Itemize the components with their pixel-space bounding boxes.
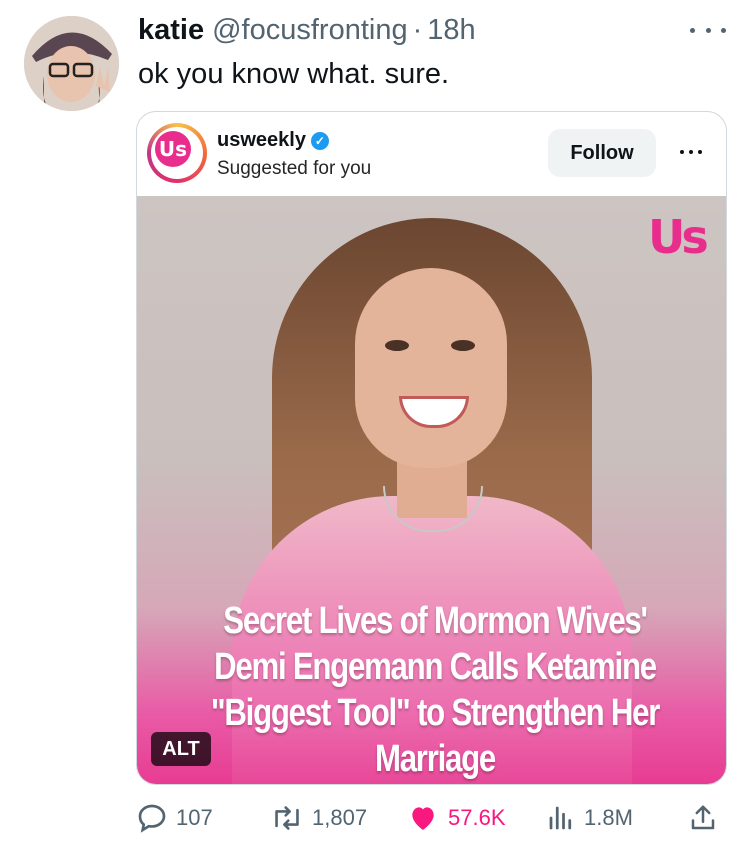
tweet-time[interactable]: 18h [427,14,475,47]
embed-username-row[interactable]: usweekly ✓ [217,129,329,152]
like-button[interactable]: 57.6K [406,802,506,834]
author-avatar[interactable] [24,16,119,111]
heart-icon [412,807,434,830]
share-button[interactable] [688,802,718,834]
repost-icon [275,806,299,830]
avatar-photo [24,16,119,111]
author-handle[interactable]: @focusfronting [212,14,407,47]
alt-badge[interactable]: ALT [151,732,211,766]
tweet-text: ok you know what. sure. [138,58,450,90]
views-button[interactable]: 1.8M [546,802,633,834]
embedded-post[interactable]: Us usweekly ✓ Suggested for you Follow U… [136,111,727,785]
us-logo: Us [155,131,191,167]
post-image[interactable]: Us Secret Lives of Mormon Wives' Demi En… [137,196,726,784]
views-count: 1.8M [584,805,633,830]
reply-icon [138,804,166,833]
author-name[interactable]: katie [138,14,204,47]
views-icon [549,806,572,830]
suggested-label: Suggested for you [217,158,372,179]
share-icon [691,805,715,830]
separator-dot: · [412,14,423,46]
image-headline: Secret Lives of Mormon Wives' Demi Engem… [210,600,661,780]
us-watermark: Us [648,210,709,264]
action-bar: 107 1,807 57.6K 1.8M [136,802,726,842]
follow-button[interactable]: Follow [548,129,656,177]
tweet-header: katie @focusfronting · 18h [138,14,476,47]
repost-count: 1,807 [312,805,368,830]
embed-username[interactable]: usweekly [217,129,306,152]
like-count: 57.6K [448,805,506,830]
image-face [355,268,507,468]
reply-button[interactable]: 107 [136,802,213,834]
verified-icon: ✓ [310,131,329,150]
usweekly-avatar[interactable]: Us [147,123,207,183]
more-icon[interactable] [690,20,726,40]
embed-more-icon[interactable] [680,150,702,156]
repost-button[interactable]: 1,807 [270,802,367,834]
reply-count: 107 [176,805,213,830]
